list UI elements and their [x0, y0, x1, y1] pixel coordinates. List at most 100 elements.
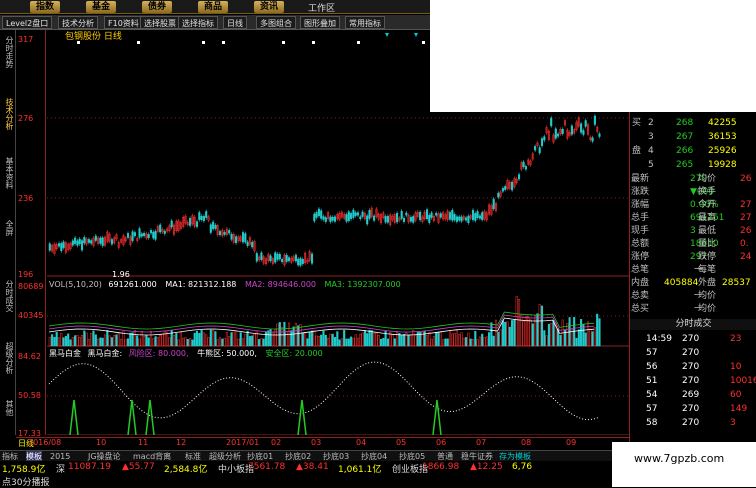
volume-bar [552, 319, 555, 347]
toolbar-f10[interactable]: F10资料 [104, 16, 143, 29]
menu-tab-index[interactable]: 指数 [30, 1, 61, 13]
candle [294, 254, 297, 262]
candle [163, 230, 166, 234]
indicator-template-tabs: 指标 模板 2015 JG操盘论 macd背离 标准 超级分析 抄底01 抄底02 抄底03 抄底0… [0, 450, 612, 462]
volume-bar [517, 298, 521, 347]
menu-tab-bond[interactable]: 债券 [142, 1, 173, 13]
volume-bar [285, 331, 288, 347]
sidebar-item-super[interactable]: 超级分析 [1, 340, 14, 376]
volume-bar [340, 338, 343, 347]
volume-bar [377, 335, 380, 347]
ind-legend-name: 黑马白金 [49, 348, 81, 358]
work-area-tab[interactable]: 工作区 [308, 1, 335, 14]
sidebar-item-trades[interactable]: 分时成交 [1, 278, 14, 314]
status-bar: 点30分播报 [0, 474, 612, 488]
menu-tab-commodity[interactable]: 商品 [198, 1, 229, 13]
ticker-item: 1866.98 [422, 462, 460, 472]
volume-bar [488, 332, 491, 347]
volume-bar [439, 331, 442, 347]
volume-bar [540, 305, 544, 347]
quote-cell: 跌停 [698, 252, 717, 262]
menu-tab-news[interactable]: 资讯 [254, 1, 285, 13]
volume-bar [294, 322, 297, 347]
sidebar-item-fullscreen[interactable]: 全屏 [1, 218, 14, 238]
candle [582, 130, 585, 135]
toolbar-select-indicator[interactable]: 选择指标 [178, 16, 218, 29]
volume-bar [253, 333, 256, 347]
candle [373, 215, 376, 221]
volume-bar [97, 338, 100, 347]
volume-bar [53, 336, 56, 347]
sidebar-item-tech[interactable]: 技术分析 [1, 96, 14, 132]
volume-bar [92, 330, 95, 347]
candle [143, 232, 146, 236]
volume-bar [246, 330, 249, 347]
candle [301, 258, 304, 264]
trade-row: 57 270 149 [630, 404, 756, 415]
ticker-item: ▲55.77 [122, 462, 155, 472]
volume-bar [267, 330, 270, 347]
quote-cell: 总笔 [631, 265, 650, 275]
quote-cell: 4 [648, 146, 654, 156]
volume-bar [140, 331, 143, 347]
volume-bar [453, 333, 456, 347]
toolbar-multi-chart[interactable]: 多图组合 [256, 16, 296, 29]
quote-cell: 14:59 [646, 334, 672, 344]
quote-cell: 3 [690, 226, 696, 236]
trade-row: 54 269 60 [630, 390, 756, 401]
toolbar-tech-analysis[interactable]: 技术分析 [58, 16, 98, 29]
trades-title[interactable]: 分时成交 [630, 319, 756, 330]
axis-label: 40345 [18, 311, 44, 320]
date-tick: 06 [436, 438, 447, 447]
candle [333, 216, 337, 222]
candle [455, 216, 458, 222]
volume-bar [320, 334, 323, 347]
candle [501, 188, 504, 192]
candle [451, 210, 454, 221]
quote-cell: 10016 [730, 376, 756, 386]
candle [386, 215, 389, 223]
volume-bar [214, 331, 217, 347]
volume-bar [186, 339, 189, 347]
toolbar-common-indicators[interactable]: 常用指标 [345, 16, 385, 29]
volume-bar [297, 325, 300, 347]
date-tick: 11 [138, 438, 149, 447]
volume-bar [237, 338, 240, 347]
toolbar-select-stock[interactable]: 选择股票 [140, 16, 180, 29]
toolbar-overlay[interactable]: 图形叠加 [300, 16, 340, 29]
sidebar-item-other[interactable]: 其他 [1, 398, 14, 418]
candle [205, 211, 208, 218]
volume-bar [366, 333, 369, 347]
buy-order-row: 5 265 19928 [630, 160, 756, 171]
sidebar-item-timeshare[interactable]: 分时走势 [1, 34, 14, 70]
kline-chart[interactable]: 包钢股份 日线 1.96 VOL(5,10,20) 691261.000 MA1… [47, 30, 629, 435]
volume-bar [582, 324, 585, 347]
chart-marker [202, 41, 205, 44]
quote-row: 最新 270 均价 26 [630, 174, 756, 185]
menu-tab-fund[interactable]: 基金 [86, 1, 117, 13]
quote-row: 涨跌 ▼000 换手 [630, 187, 756, 198]
volume-bar [255, 330, 258, 347]
candle [439, 213, 442, 218]
volume-bar [478, 336, 481, 347]
toolbar-level2[interactable]: Level2盘口 [2, 16, 53, 29]
toolbar-period[interactable]: 日线 [223, 16, 247, 29]
axis-label: 196 [18, 270, 34, 279]
quote-cell: 今开 [698, 200, 717, 210]
candle [189, 218, 192, 226]
volume-bar [529, 319, 532, 347]
candle [534, 146, 537, 151]
candle [591, 137, 594, 142]
volume-bar [179, 332, 182, 347]
candle [251, 241, 254, 248]
volume-bar [258, 339, 261, 347]
volume-bar [485, 336, 488, 347]
trade-row: 51 270 10016 [630, 376, 756, 387]
volume-bar [225, 332, 228, 347]
ticker-item: 7561.78 [248, 462, 286, 472]
volume-bar [76, 334, 79, 347]
quote-cell: 19928 [708, 160, 737, 170]
sidebar-item-basic[interactable]: 基本资料 [1, 155, 14, 191]
volume-bar [51, 334, 54, 347]
volume-bar [317, 336, 320, 347]
